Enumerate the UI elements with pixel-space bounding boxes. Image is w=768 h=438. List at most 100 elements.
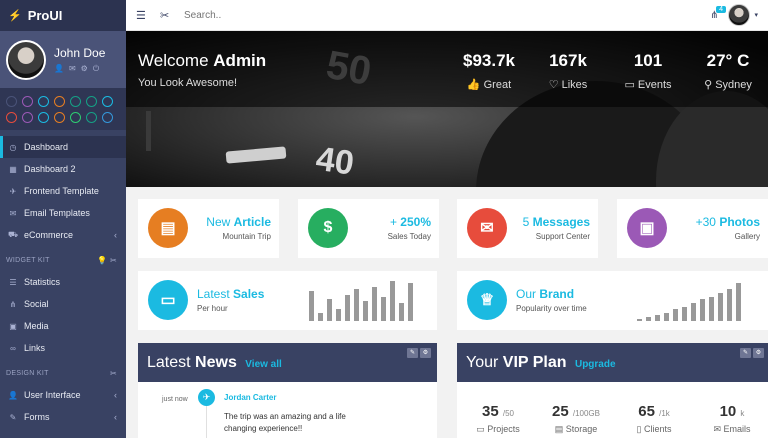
- tools-icon[interactable]: ✂: [160, 9, 176, 22]
- vip-value: 35 /50: [482, 403, 514, 420]
- sidebar-item-frontend-template[interactable]: ✈ Frontend Template: [0, 180, 126, 202]
- cart-icon: ⛟: [8, 230, 19, 239]
- bar-chart: [637, 281, 747, 321]
- sidebar-item-user-interface[interactable]: 👤 User Interface ‹: [0, 384, 126, 406]
- stat-card[interactable]: ✉ 5 Messages Support Center: [457, 199, 598, 258]
- hero-stat: 27° C ⚲ Sydney: [693, 51, 763, 91]
- section-title: WIDGET KIT: [6, 256, 50, 264]
- sidebar-item-links[interactable]: ∞ Links: [0, 337, 126, 359]
- tools-icon[interactable]: ✂: [110, 369, 117, 378]
- theme-color-swatch[interactable]: [86, 96, 97, 107]
- menu-icon[interactable]: ☰: [136, 9, 152, 22]
- vip-label: Projects: [487, 424, 520, 434]
- user-name[interactable]: John Doe: [54, 46, 105, 60]
- theme-color-swatch[interactable]: [70, 112, 81, 123]
- avatar[interactable]: [6, 39, 46, 80]
- vip-stat: 10 k ✉ Emails: [697, 403, 767, 435]
- gear-icon[interactable]: ⚙: [420, 348, 431, 358]
- share-icon[interactable]: ⋔ 4: [710, 5, 726, 21]
- sidebar-item-dashboard-2[interactable]: ▦ Dashboard 2: [0, 158, 126, 180]
- bulb-icon[interactable]: 💡: [97, 256, 107, 265]
- sidebar-item-media[interactable]: ▣ Media: [0, 315, 126, 337]
- bar: [408, 283, 413, 321]
- view-all-link[interactable]: View all: [245, 359, 282, 370]
- bar: [691, 303, 696, 321]
- share-icon: ⋔: [9, 299, 17, 309]
- logout-icon[interactable]: ⏻: [93, 64, 99, 74]
- theme-color-swatch[interactable]: [54, 112, 65, 123]
- stat-value: 27° C: [706, 51, 750, 70]
- vip-value: 10 k: [719, 403, 745, 420]
- bar: [664, 313, 669, 321]
- card-title: New Article: [206, 215, 271, 229]
- calendar-icon: ▭: [624, 79, 635, 91]
- mini-chart-widget[interactable]: ♕ Our Brand Popularity over time: [457, 271, 768, 330]
- envelope-icon[interactable]: ✉: [69, 64, 76, 74]
- chevron-left-icon: ‹: [114, 412, 117, 422]
- design-nav: 👤 User Interface ‹ ✎ Forms ‹: [0, 384, 126, 428]
- theme-color-swatch[interactable]: [102, 112, 113, 123]
- edit-icon[interactable]: ✎: [740, 348, 751, 358]
- envelope-icon: ✉: [467, 208, 507, 248]
- sidebar-item-label: User Interface: [24, 390, 81, 400]
- bar: [345, 295, 350, 321]
- sidebar-item-dashboard[interactable]: ◷ Dashboard: [0, 136, 126, 158]
- sidebar-item-ecommerce[interactable]: ⛟ eCommerce ‹: [0, 224, 126, 246]
- theme-color-swatch[interactable]: [6, 112, 17, 123]
- panel-title: Latest News View all: [147, 354, 282, 371]
- sidebar-item-social[interactable]: ⋔ Social: [0, 293, 126, 315]
- bar: [736, 283, 741, 321]
- theme-color-swatch[interactable]: [38, 112, 49, 123]
- avatar[interactable]: [728, 4, 751, 26]
- sidebar-item-forms[interactable]: ✎ Forms ‹: [0, 406, 126, 428]
- brand-name: ProUI: [27, 8, 63, 23]
- bar: [682, 307, 687, 321]
- card-subtitle: Gallery: [734, 232, 760, 241]
- theme-color-swatch[interactable]: [54, 96, 65, 107]
- stat-card[interactable]: $ + 250% Sales Today: [298, 199, 439, 258]
- latest-news-header: Latest News View all ✎ ⚙: [138, 343, 437, 382]
- mini-chart-widget[interactable]: ▭ Latest Sales Per hour: [138, 271, 437, 330]
- chevron-down-icon[interactable]: ▾: [754, 11, 758, 19]
- brand[interactable]: ⚡ ProUI: [0, 0, 126, 31]
- theme-color-swatch[interactable]: [22, 96, 33, 107]
- bar: [390, 281, 395, 321]
- vip-stat: 35 /50 ▭ Projects: [463, 403, 533, 435]
- bar: [318, 313, 323, 321]
- theme-color-swatch[interactable]: [38, 96, 49, 107]
- top-bar: ☰ ✂ ⋔4 ▾: [126, 0, 768, 31]
- theme-color-swatch[interactable]: [6, 96, 17, 107]
- sidebar-item-email-templates[interactable]: ✉ Email Templates: [0, 202, 126, 224]
- edit-icon[interactable]: ✎: [407, 348, 418, 358]
- link-icon: ∞: [10, 343, 16, 353]
- stat-label: Events: [637, 79, 672, 91]
- stat-card[interactable]: ▤ New Article Mountain Trip: [138, 199, 279, 258]
- gear-icon[interactable]: ⚙: [753, 348, 764, 358]
- gear-icon[interactable]: ⚙: [81, 64, 88, 74]
- sidebar-item-label: Social: [24, 299, 49, 309]
- widget-title: Latest Sales: [197, 287, 265, 301]
- theme-color-swatch[interactable]: [70, 96, 81, 107]
- envelope-icon: ✉: [9, 208, 17, 218]
- bar: [700, 299, 705, 321]
- upgrade-link[interactable]: Upgrade: [575, 359, 616, 370]
- bar: [363, 301, 368, 321]
- tools-icon[interactable]: ✂: [110, 256, 117, 265]
- stat-card[interactable]: ▣ +30 Photos Gallery: [617, 199, 768, 258]
- heart-icon: ♡: [548, 79, 559, 91]
- panel-title: Your VIP Plan Upgrade: [466, 354, 616, 371]
- stat-value: $93.7k: [463, 51, 515, 70]
- sidebar-item-statistics[interactable]: ☰ Statistics: [0, 271, 126, 293]
- stat-value: 101: [633, 51, 663, 70]
- search-input[interactable]: [184, 9, 384, 21]
- chevron-left-icon: ‹: [114, 390, 117, 400]
- bar: [727, 289, 732, 321]
- theme-color-swatch[interactable]: [86, 112, 97, 123]
- theme-color-swatch[interactable]: [22, 112, 33, 123]
- theme-color-swatch[interactable]: [102, 96, 113, 107]
- vip-label: Emails: [723, 424, 751, 434]
- bar: [399, 303, 404, 321]
- user-icon[interactable]: 👤: [54, 64, 64, 74]
- hdd-icon: ▤: [554, 424, 564, 434]
- timeline-author[interactable]: Jordan Carter: [224, 393, 276, 402]
